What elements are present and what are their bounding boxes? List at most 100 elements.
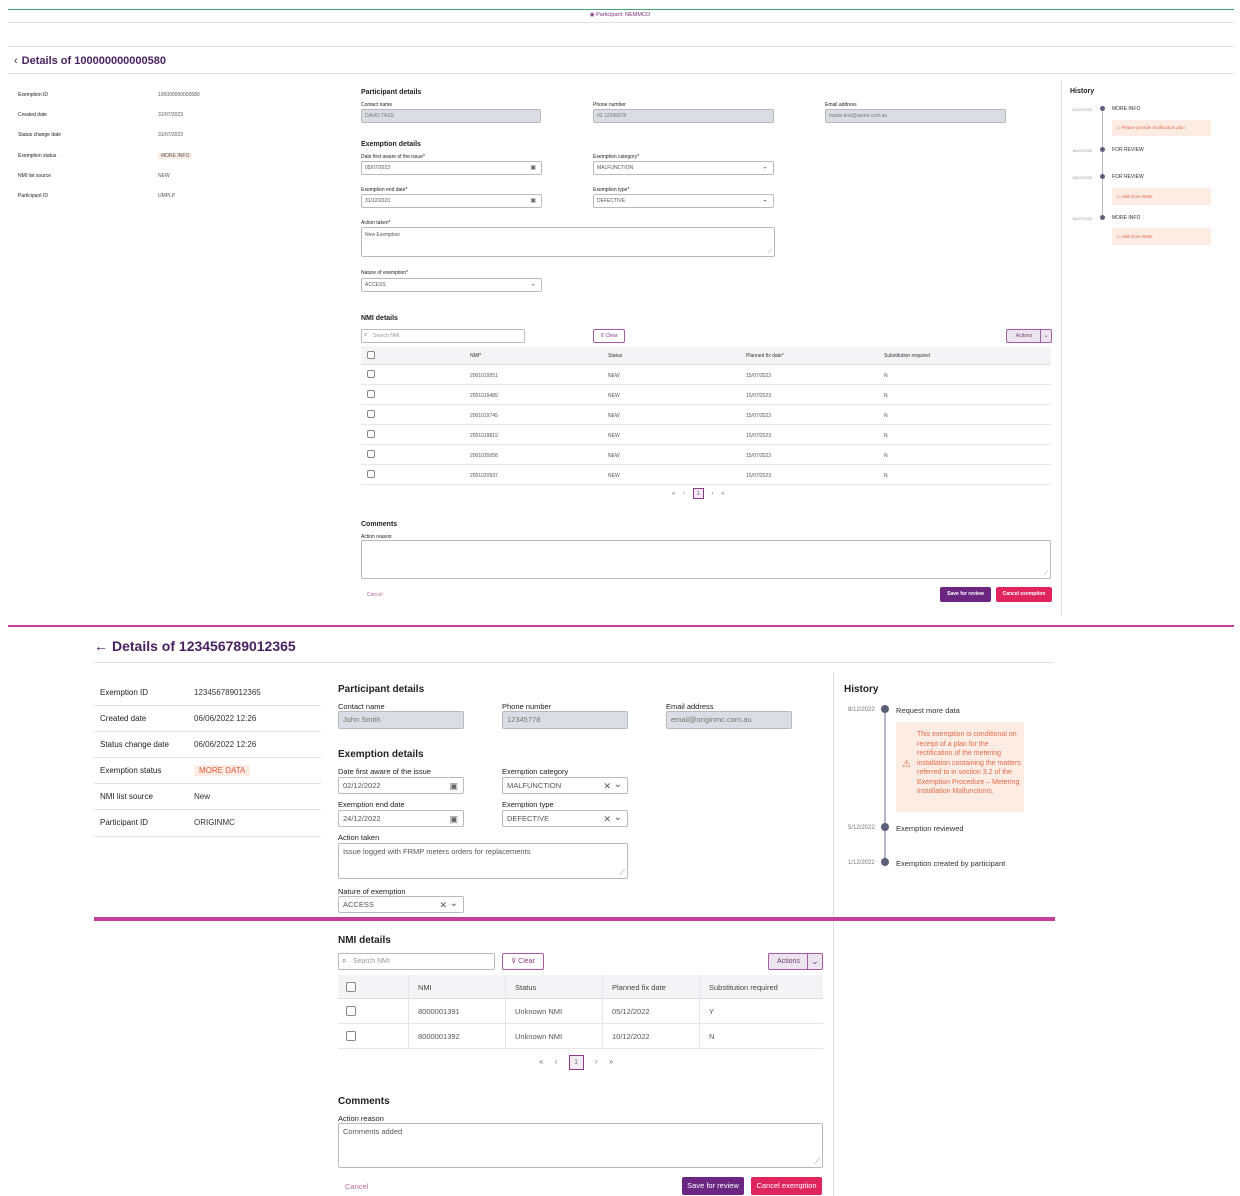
exemption-category-label: Exemption category* [593,154,640,160]
next-page-button[interactable]: › [595,1057,598,1066]
end-date-input[interactable]: 31/12/2023 ▣ [361,194,542,208]
row-checkbox[interactable] [367,450,375,458]
row-divider [94,783,321,784]
select-all-checkbox[interactable] [367,351,375,359]
column-header[interactable]: Planned fix date [612,983,666,992]
row-checkbox[interactable] [367,430,375,438]
select-all-checkbox[interactable] [346,982,356,992]
row-checkbox[interactable] [346,1031,356,1041]
email-address-field: msats.test@aemo.com.au [825,109,1006,123]
last-page-button[interactable]: » [721,491,724,497]
back-arrow-icon[interactable]: ← [94,638,108,654]
page-number-button[interactable]: 1 [692,488,704,499]
calendar-icon[interactable]: ▣ [530,195,536,207]
column-header[interactable]: Substitution required [884,353,930,359]
pagination: « ‹ 1 › » [672,488,724,499]
action-taken-label: Action taken [338,833,380,842]
row-checkbox[interactable] [367,390,375,398]
column-header[interactable]: Status [515,983,536,992]
next-page-button[interactable]: › [711,491,713,497]
actions-button[interactable]: Actions ⌄ [768,953,823,970]
row-checkbox[interactable] [367,410,375,418]
calendar-icon[interactable]: ▣ [530,162,536,174]
row-checkbox[interactable] [367,370,375,378]
action-taken-textarea[interactable]: New Exemption ⟋ [361,227,775,257]
nmi-search-input[interactable]: ⌕ Search NMI [338,953,495,970]
cancel-link[interactable]: Cancel [345,1182,368,1191]
save-for-review-button[interactable]: Save for review [940,587,991,602]
cancel-exemption-button[interactable]: Cancel exemption [996,587,1052,602]
history-note: ⚠ This exemption is conditional on recei… [896,722,1024,812]
resize-handle-icon[interactable]: ⟋ [619,869,625,877]
column-header[interactable]: NMI [418,983,432,992]
timeline-dot [1100,147,1105,152]
clear-icon[interactable]: ✕ [603,811,611,827]
exemption-type-select[interactable]: DEFECTIVE ✕ ⌄ [502,810,628,827]
save-for-review-button[interactable]: Save for review [682,1177,744,1195]
summary-label: Created date [100,714,147,723]
clear-icon[interactable]: ✕ [603,778,611,794]
summary-label: NMI list source [100,792,153,801]
nmi-search-input[interactable]: ⌕ Search NMI [361,329,525,343]
column-header[interactable]: NMI* [470,353,481,359]
last-page-button[interactable]: » [609,1057,613,1066]
row-checkbox[interactable] [367,470,375,478]
summary-value: 123456789012365 [194,688,261,697]
divider [8,46,1234,47]
calendar-icon[interactable]: ▣ [449,811,458,827]
end-date-input[interactable]: 24/12/2022 ▣ [338,810,464,827]
column-header[interactable]: Substitution required [709,983,778,992]
actions-button[interactable]: Actions ⌄ [1006,329,1052,343]
resize-handle-icon[interactable]: ⟋ [768,249,772,255]
resize-handle-icon[interactable]: ⟋ [814,1158,820,1166]
action-taken-textarea[interactable]: Issue logged with FRMP meters orders for… [338,843,628,879]
clear-filter-button[interactable]: ⊽ Clear [593,329,625,343]
back-arrow-icon[interactable]: ‹ [14,55,18,67]
chevron-down-icon[interactable]: ⌄ [807,954,822,969]
chevron-down-icon[interactable]: ⌄ [530,278,536,290]
clear-icon[interactable]: ✕ [439,897,447,913]
nature-select[interactable]: ACCESS ✕ ⌄ [338,896,464,913]
clear-filter-button[interactable]: ⊽ Clear [502,953,544,970]
comments-heading: Comments [361,521,398,528]
action-reason-textarea[interactable]: ⟋ [361,540,1051,579]
page-title: ← Details of 123456789012365 [94,638,296,654]
nature-select[interactable]: ACCESS ⌄ [361,278,542,292]
exemption-type-select[interactable]: DEFECTIVE ⌄ [593,194,774,208]
comments-heading: Comments [338,1096,390,1107]
summary-value: UMPLP [158,193,176,199]
chevron-down-icon[interactable]: ⌄ [450,896,458,912]
chevron-down-icon[interactable]: ⌄ [614,777,622,793]
chevron-down-icon[interactable]: ⌄ [762,194,768,206]
date-aware-input[interactable]: 02/12/2022 ▣ [338,777,464,794]
first-page-button[interactable]: « [672,491,675,497]
warning-icon: ⚠ [1116,234,1121,239]
exemption-category-select[interactable]: MALFUNCTION ⌄ [593,161,774,175]
prev-page-button[interactable]: ‹ [555,1057,558,1066]
chevron-down-icon[interactable]: ⌄ [1040,330,1051,342]
date-aware-input[interactable]: 05/07/2023 ▣ [361,161,542,175]
exemption-category-select[interactable]: MALFUNCTION ✕ ⌄ [502,777,628,794]
action-taken-label: Action taken* [361,220,391,226]
nature-label: Nature of exemption* [361,270,408,276]
nmi-details-heading: NMI details [361,315,398,322]
action-reason-textarea[interactable]: Comments added ⟋ [338,1123,823,1168]
column-header[interactable]: Planned fix date* [746,353,784,359]
resize-handle-icon[interactable]: ⟋ [1044,571,1048,577]
prev-page-button[interactable]: ‹ [683,491,685,497]
column-header[interactable]: Status [608,353,622,359]
email-address-label: Email address [825,102,857,108]
eye-icon: ◉ [589,12,595,18]
cancel-link[interactable]: Cancel [367,592,383,598]
summary-label: Exemption ID [18,92,49,98]
exemption-details-heading: Exemption details [338,749,424,760]
end-date-label: Exemption end date* [361,187,408,193]
page-number-button[interactable]: 1 [568,1055,584,1070]
chevron-down-icon[interactable]: ⌄ [614,810,622,826]
table-row: 8000001391 Unknown NMI 05/12/2022 Y [338,999,823,1024]
cancel-exemption-button[interactable]: Cancel exemption [751,1177,822,1195]
row-checkbox[interactable] [346,1006,356,1016]
chevron-down-icon[interactable]: ⌄ [762,161,768,173]
first-page-button[interactable]: « [539,1057,543,1066]
calendar-icon[interactable]: ▣ [449,778,458,794]
